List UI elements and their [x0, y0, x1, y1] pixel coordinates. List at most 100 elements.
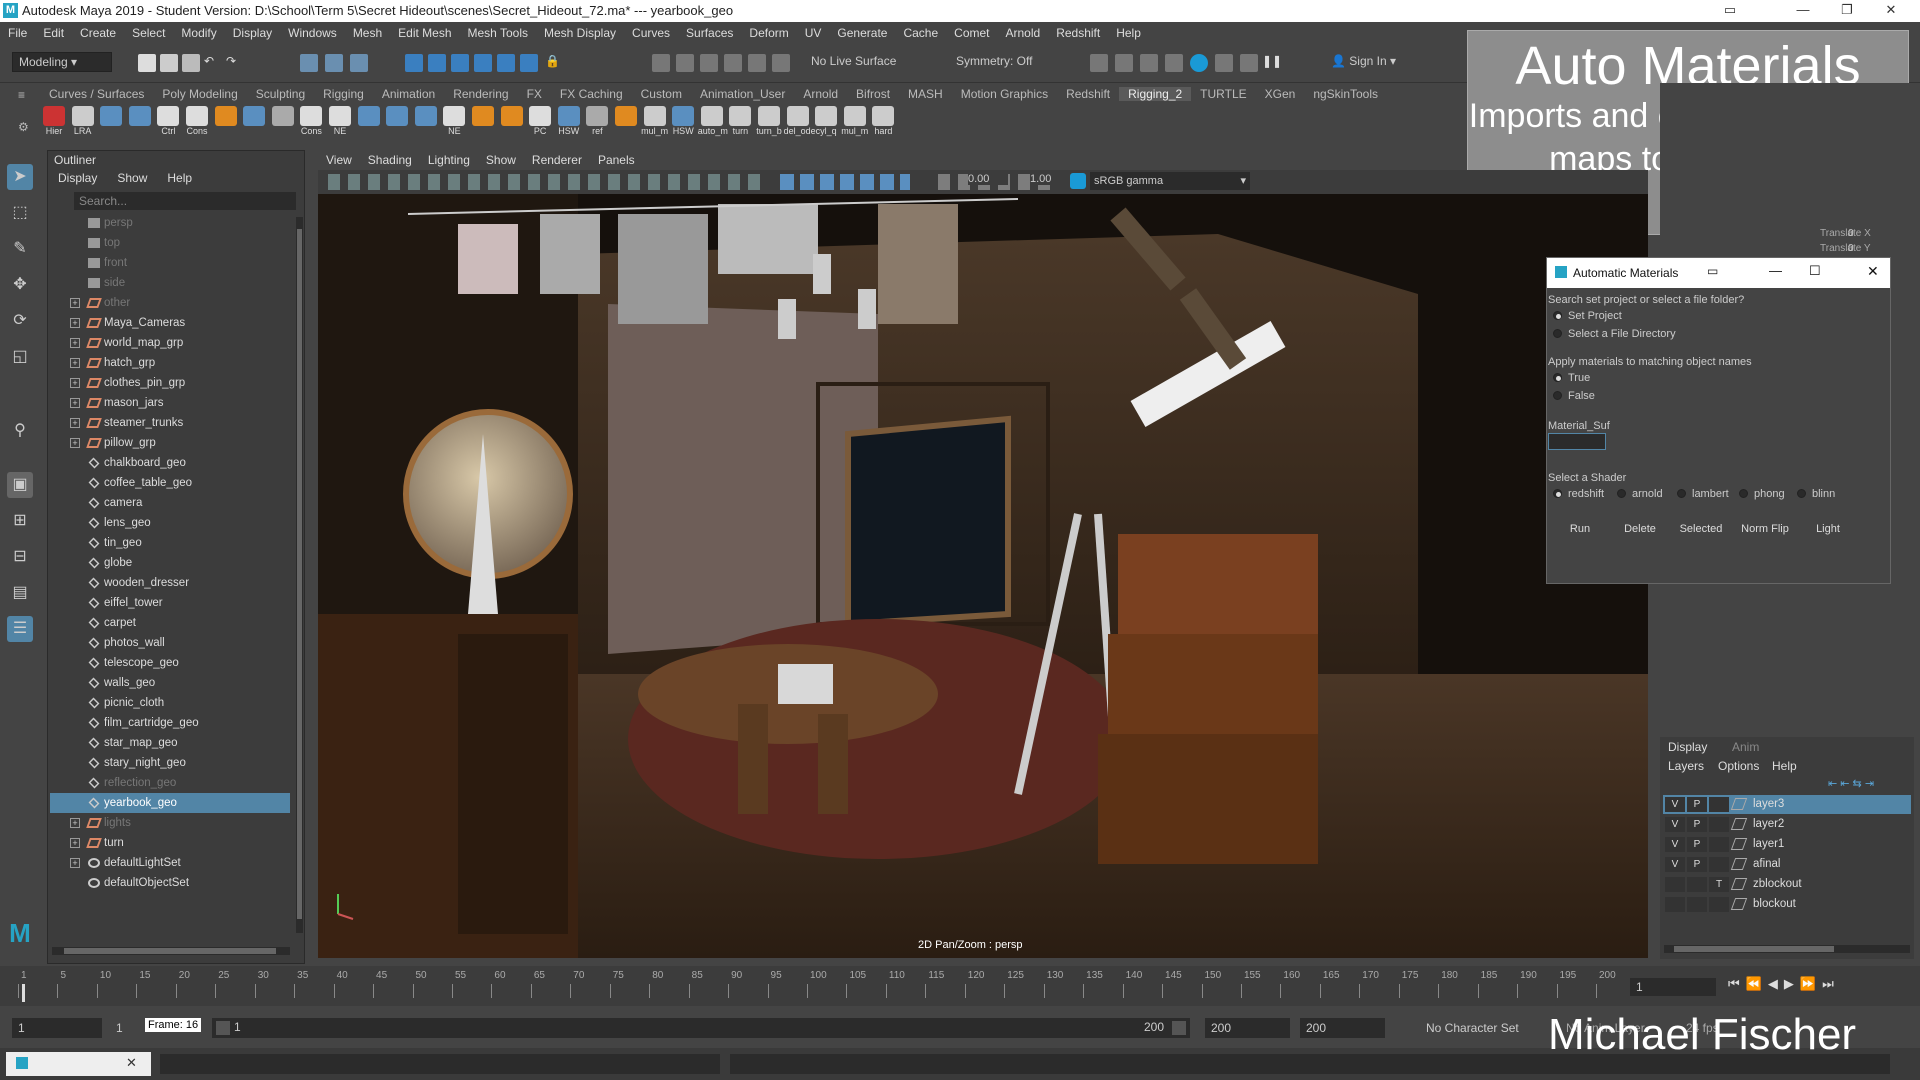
shelf-tab-animation-user[interactable]: Animation_User	[691, 87, 794, 101]
range-start-field[interactable]: 1	[12, 1018, 102, 1038]
radio-dot[interactable]	[1553, 391, 1562, 400]
shelf-button-tool-20[interactable]	[612, 106, 640, 126]
outliner-menu-show[interactable]: Show	[107, 171, 157, 189]
layer-visibility-toggle[interactable]: V	[1665, 837, 1685, 852]
translate-y-value[interactable]: 0	[1848, 243, 1854, 254]
outliner-item[interactable]: + Maya_Cameras	[50, 313, 290, 333]
shelf-tab-redshift[interactable]: Redshift	[1057, 87, 1119, 101]
ipr-icon[interactable]	[1165, 54, 1183, 72]
radio-blinn[interactable]: blinn	[1797, 488, 1835, 500]
pause-icon[interactable]: ❚❚	[1262, 54, 1282, 72]
menu-curves[interactable]: Curves	[624, 26, 678, 40]
outliner-item[interactable]: coffee_table_geo	[50, 473, 290, 493]
snap-grid-icon[interactable]	[405, 54, 423, 72]
layer-visibility-toggle[interactable]	[1665, 897, 1685, 912]
shelf-button-tool-15[interactable]	[469, 106, 497, 126]
shelf-button-ne[interactable]: NE	[440, 106, 468, 136]
layer-row[interactable]: blockout	[1663, 895, 1911, 914]
outliner-item[interactable]: + turn	[50, 833, 290, 853]
undo-icon[interactable]: ↶	[204, 54, 222, 72]
gamma-value[interactable]: 1.00	[1030, 173, 1070, 185]
outliner-item[interactable]: camera	[50, 493, 290, 513]
shelf-button-hard[interactable]: hard	[869, 106, 897, 136]
shelf-button-mul_m[interactable]: mul_m	[841, 106, 869, 136]
snap-view-icon[interactable]	[474, 54, 492, 72]
shelf-tab-rendering[interactable]: Rendering	[444, 87, 517, 101]
expand-icon[interactable]: +	[70, 338, 80, 348]
layer-display-type-toggle[interactable]: T	[1709, 877, 1729, 892]
shelf-button-cons[interactable]: Cons	[297, 106, 325, 136]
time-slider[interactable]: 1 5 10 15 20 25 30 35 40 45 50 55 60 65 70 75 80 85 90 95 10…	[0, 966, 1920, 1006]
render-view-icon[interactable]	[748, 54, 766, 72]
material-suffix-input[interactable]	[1548, 433, 1606, 450]
outliner-persp-layout-icon[interactable]: ☰	[7, 616, 33, 642]
shelf-button-tool-2[interactable]	[97, 106, 125, 126]
shelf-button-tool-7[interactable]	[240, 106, 268, 126]
redo-icon[interactable]: ↷	[226, 54, 244, 72]
expand-icon[interactable]: +	[70, 298, 80, 308]
shelf-tab-arnold[interactable]: Arnold	[794, 87, 847, 101]
new-scene-icon[interactable]	[138, 54, 156, 72]
shelf-button-lra[interactable]: LRA	[69, 106, 97, 136]
menu-help[interactable]: Help	[1108, 26, 1149, 40]
outliner-item[interactable]: photos_wall	[50, 633, 290, 653]
dialog-close-button[interactable]: ✕	[1867, 263, 1879, 280]
menu-deform[interactable]: Deform	[741, 26, 796, 40]
select-object-icon[interactable]	[325, 54, 343, 72]
outliner-item[interactable]: + steamer_trunks	[50, 413, 290, 433]
shelf-tab-sculpting[interactable]: Sculpting	[247, 87, 314, 101]
menu-generate[interactable]: Generate	[829, 26, 895, 40]
menu-uv[interactable]: UV	[797, 26, 830, 40]
render-settings-icon[interactable]	[1090, 54, 1108, 72]
outliner-menu-help[interactable]: Help	[157, 171, 202, 189]
expand-icon[interactable]: +	[70, 838, 80, 848]
outliner-layout-icon[interactable]: ▤	[7, 580, 33, 606]
shelf-button-ref[interactable]: ref	[583, 106, 611, 136]
run-button[interactable]: Run	[1553, 516, 1607, 542]
shelf-button-tool-8[interactable]	[269, 106, 297, 126]
outliner-item[interactable]: globe	[50, 553, 290, 573]
playback-controls[interactable]: ⏮⏪◀▶⏩⏭	[1728, 976, 1918, 996]
live-surface-field[interactable]: No Live Surface	[805, 52, 925, 72]
outliner-item[interactable]: + hatch_grp	[50, 353, 290, 373]
radio-redshift[interactable]: redshift	[1553, 488, 1604, 500]
menu-edit-mesh[interactable]: Edit Mesh	[390, 26, 459, 40]
outliner-item[interactable]: stary_night_geo	[50, 753, 290, 773]
layer-color-icon[interactable]	[1730, 898, 1748, 910]
outliner-item[interactable]: + other	[50, 293, 290, 313]
layers-tab-anim[interactable]: Anim	[1732, 740, 1759, 754]
expand-icon[interactable]: +	[70, 418, 80, 428]
dialog-title-bar[interactable]: Automatic Materials ▭ — ☐ ✕	[1547, 258, 1890, 288]
save-scene-icon[interactable]	[182, 54, 200, 72]
minimize-button[interactable]: —	[1783, 2, 1823, 17]
radio-dot[interactable]	[1739, 489, 1748, 498]
radio-dot[interactable]	[1553, 311, 1562, 320]
taskbar-close-icon[interactable]: ✕	[126, 1055, 137, 1071]
shelf-tab-poly-modeling[interactable]: Poly Modeling	[153, 87, 246, 101]
menu-modify[interactable]: Modify	[173, 26, 224, 40]
outliner-item[interactable]: + pillow_grp	[50, 433, 290, 453]
symmetry-dropdown[interactable]: Symmetry: Off	[950, 52, 1050, 72]
selected-button[interactable]: Selected	[1673, 516, 1729, 542]
select-hierarchy-icon[interactable]	[300, 54, 318, 72]
mode-dropdown[interactable]: Modeling ▾	[12, 52, 112, 72]
layer-display-type-toggle[interactable]	[1709, 817, 1729, 832]
layer-visibility-toggle[interactable]: V	[1665, 857, 1685, 872]
radio-dot[interactable]	[1553, 489, 1562, 498]
construction-history-icon[interactable]	[724, 54, 742, 72]
layout-icon[interactable]: ⊟	[7, 544, 33, 570]
viewport-menu-shading[interactable]: Shading	[360, 153, 420, 167]
layer-row[interactable]: V Player3	[1663, 795, 1911, 814]
shelf-button-auto_m[interactable]: auto_m	[698, 106, 728, 136]
shelf-tab-turtle[interactable]: TURTLE	[1191, 87, 1255, 101]
layer-playback-toggle[interactable]: P	[1687, 857, 1707, 872]
expand-icon[interactable]: +	[70, 818, 80, 828]
radio-dot[interactable]	[1553, 373, 1562, 382]
radio-dot[interactable]	[1797, 489, 1806, 498]
single-view-icon[interactable]: ▣	[7, 472, 33, 498]
menu-windows[interactable]: Windows	[280, 26, 345, 40]
shelf-button-tool-12[interactable]	[383, 106, 411, 126]
menu-comet[interactable]: Comet	[946, 26, 997, 40]
outliner-item[interactable]: + world_map_grp	[50, 333, 290, 353]
expand-icon[interactable]: +	[70, 858, 80, 868]
